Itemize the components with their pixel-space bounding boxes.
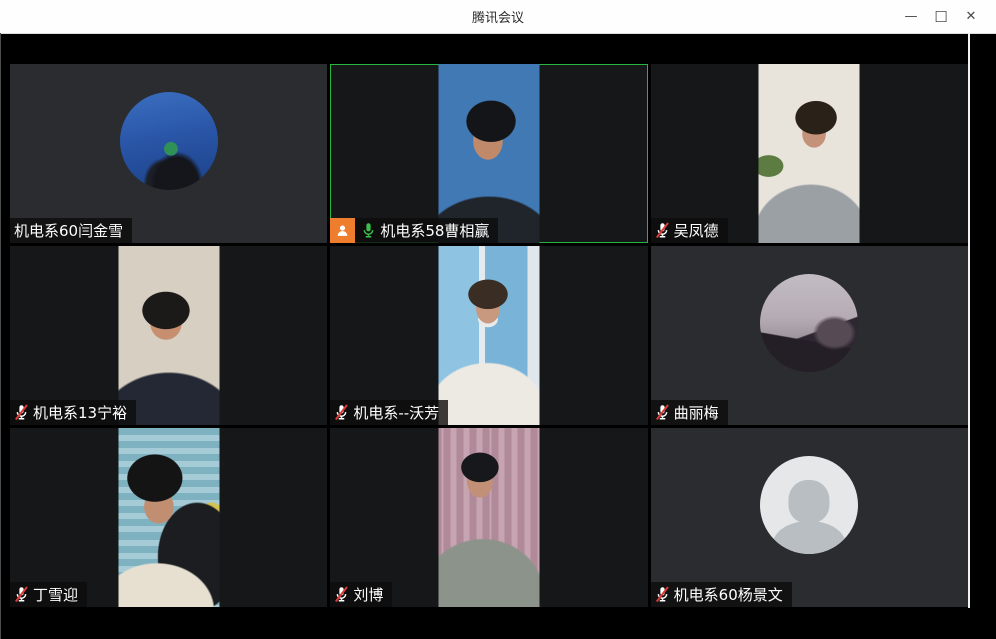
video-feed (438, 64, 539, 243)
video-feed (118, 246, 219, 425)
participant-label: 机电系13宁裕 (10, 400, 136, 425)
participant-label: 机电系58曹相赢 (330, 218, 498, 243)
participant-avatar-default-silhouette (760, 456, 858, 554)
maximize-button[interactable]: ☐ (926, 0, 956, 33)
participant-name: 机电系58曹相赢 (380, 220, 489, 241)
video-feed (438, 246, 539, 425)
participant-tile-wufengde[interactable]: 吴凤德 (651, 64, 968, 243)
participant-tile-yanjinxue[interactable]: 机电系60闫金雪 (10, 64, 327, 243)
participant-name: 机电系13宁裕 (33, 402, 127, 423)
participant-tile-yangjingwen[interactable]: 机电系60杨景文 (651, 428, 968, 607)
participant-name: 吴凤德 (674, 220, 719, 241)
participant-name: 曲丽梅 (674, 402, 719, 423)
participant-label: 刘博 (330, 582, 392, 607)
mic-on-icon (361, 222, 376, 239)
window-left-border (0, 33, 1, 639)
participant-tile-qulimei[interactable]: 曲丽梅 (651, 246, 968, 425)
mic-muted-icon (14, 586, 29, 603)
window-controls: — ☐ ✕ (896, 0, 986, 33)
video-feed (438, 428, 539, 607)
close-button[interactable]: ✕ (956, 0, 986, 33)
participant-name: 机电系--沃芳 (353, 402, 439, 423)
participant-label: 机电系60闫金雪 (10, 218, 132, 243)
participant-label: 曲丽梅 (651, 400, 728, 425)
participant-label: 吴凤德 (651, 218, 728, 243)
participant-tile-ningyu[interactable]: 机电系13宁裕 (10, 246, 327, 425)
participant-tile-wofang[interactable]: 机电系--沃芳 (330, 246, 647, 425)
mic-muted-icon (655, 586, 670, 603)
participant-name: 机电系60闫金雪 (14, 220, 123, 241)
participant-label: 机电系--沃芳 (330, 400, 448, 425)
video-feed (759, 64, 860, 243)
host-badge-icon (330, 218, 355, 243)
mic-muted-icon (14, 404, 29, 421)
participant-name: 丁雪迎 (33, 584, 78, 605)
participant-grid: 机电系60闫金雪 机电系58曹相赢 吴凤德 机电系13宁裕 (10, 64, 968, 607)
video-feed (118, 428, 219, 607)
participant-label: 丁雪迎 (10, 582, 87, 607)
participant-avatar-pavilion-photo (760, 274, 858, 372)
minimize-button[interactable]: — (896, 0, 926, 33)
participant-tile-caoxiangying-active-speaker[interactable]: 机电系58曹相赢 (330, 64, 647, 243)
mic-muted-icon (334, 404, 349, 421)
window-title: 腾讯会议 (472, 7, 524, 26)
window-right-edge-line (968, 33, 970, 608)
mic-muted-icon (655, 222, 670, 239)
mic-muted-icon (334, 586, 349, 603)
participant-avatar-sky-photo (120, 92, 218, 190)
participant-tile-liubo[interactable]: 刘博 (330, 428, 647, 607)
titlebar: 腾讯会议 — ☐ ✕ (0, 0, 996, 34)
participant-name: 机电系60杨景文 (674, 584, 783, 605)
participant-tile-dingxueying[interactable]: 丁雪迎 (10, 428, 327, 607)
participant-label: 机电系60杨景文 (651, 582, 792, 607)
participant-name: 刘博 (353, 584, 383, 605)
mic-muted-icon (655, 404, 670, 421)
